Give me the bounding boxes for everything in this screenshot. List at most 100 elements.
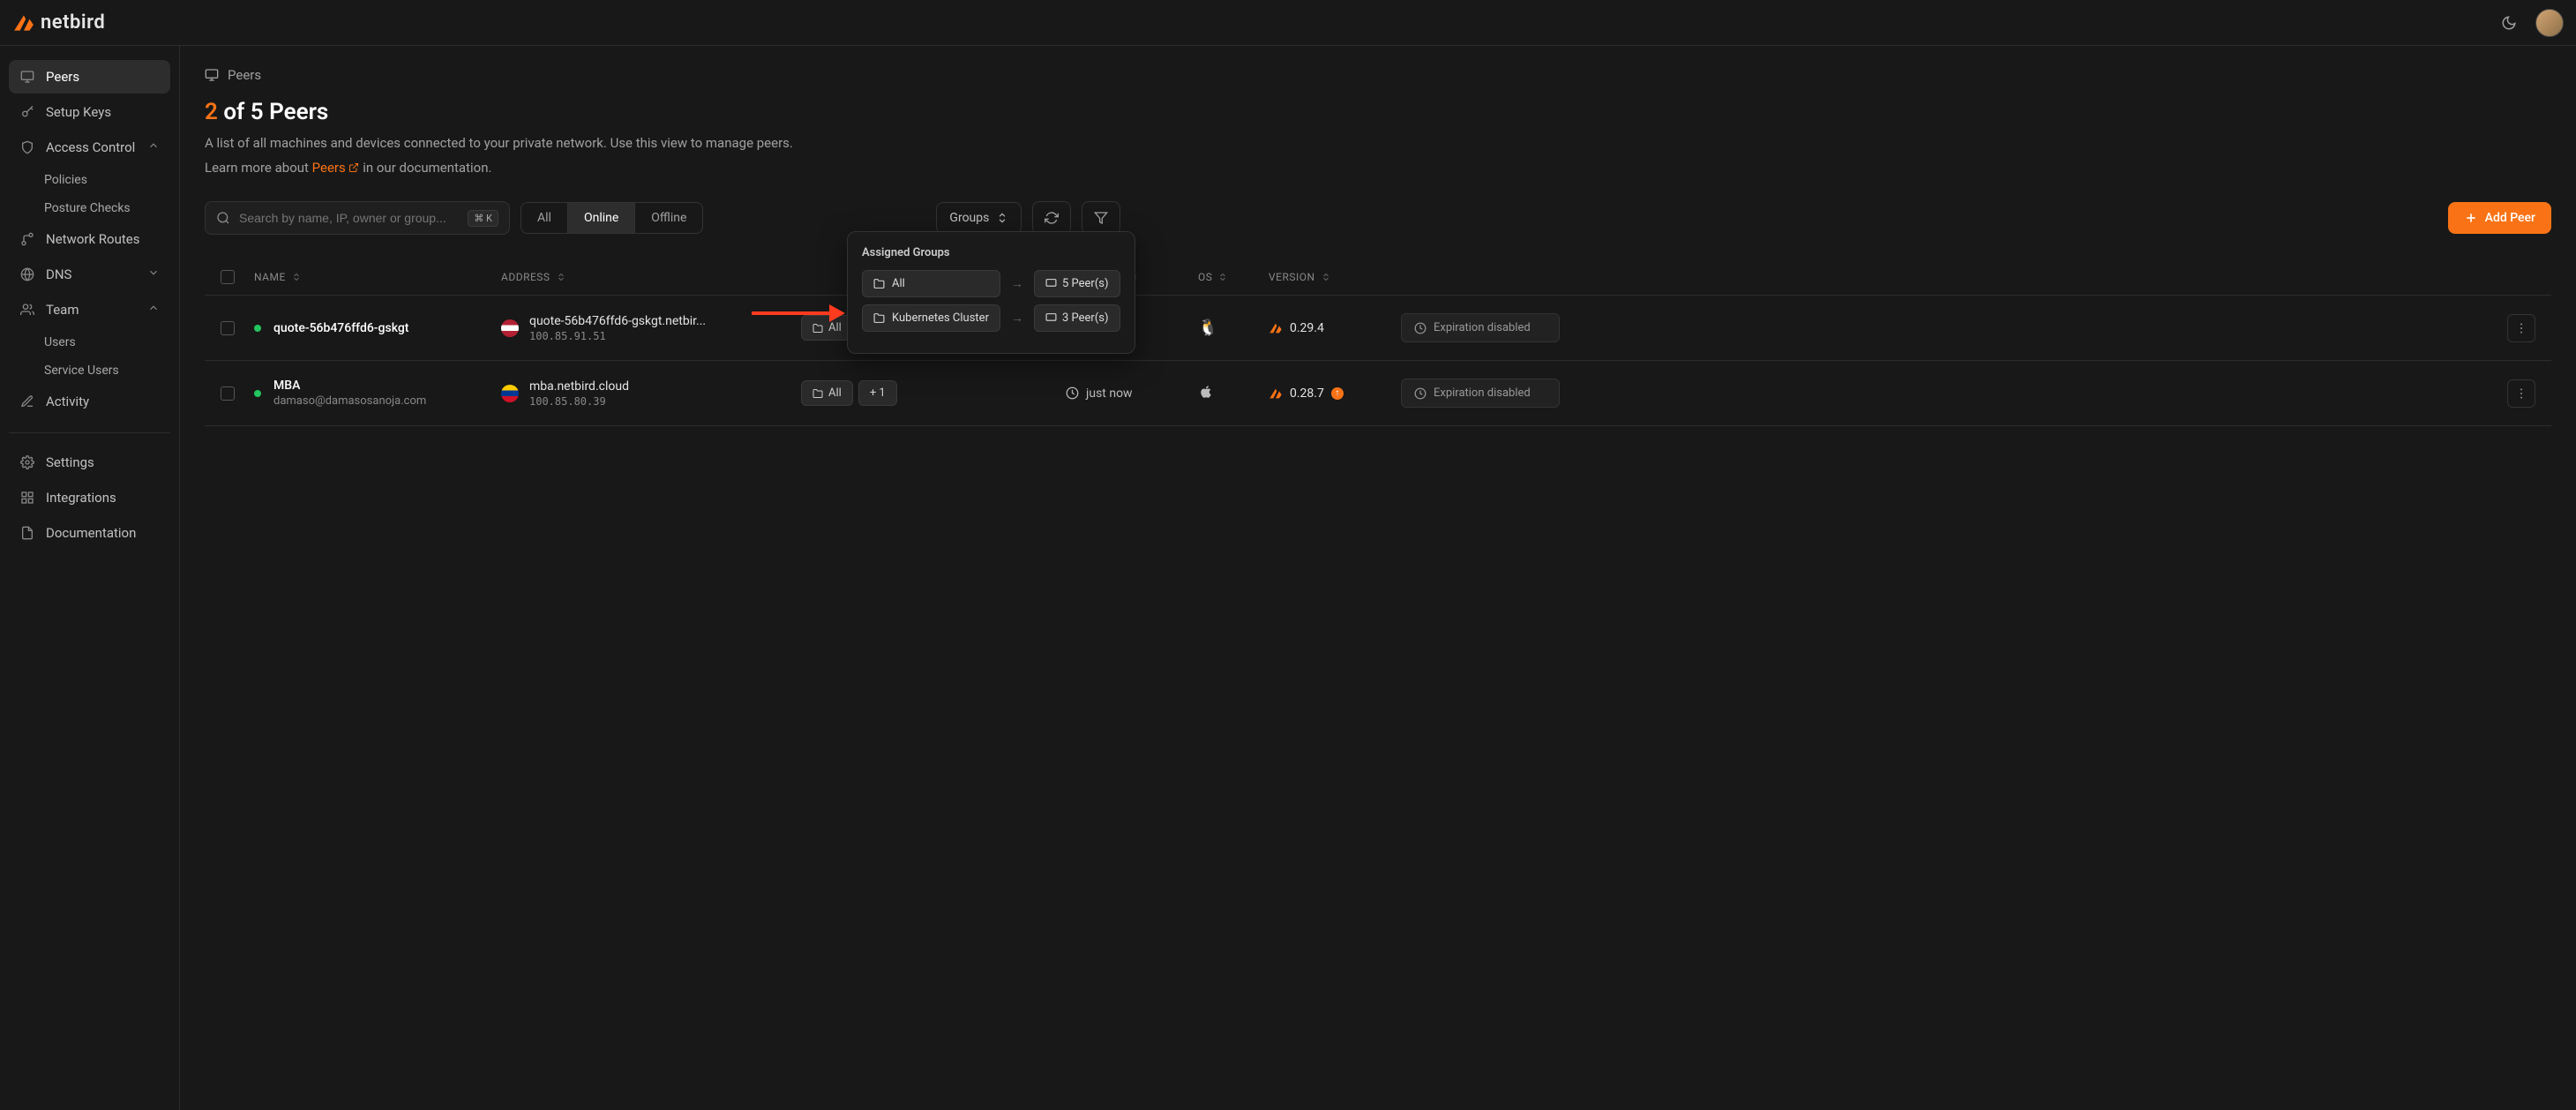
netbird-icon	[1269, 386, 1283, 401]
folder-icon	[812, 323, 823, 334]
moon-icon	[2501, 15, 2517, 31]
apple-icon	[1198, 384, 1214, 400]
count-suffix: Peers	[269, 99, 328, 125]
filtered-count: 2	[205, 99, 218, 125]
sidebar-sub-service-users[interactable]: Service Users	[9, 356, 170, 385]
sidebar-item-activity[interactable]: Activity	[9, 385, 170, 418]
row-actions-button[interactable]	[2507, 314, 2535, 342]
external-link-icon	[348, 162, 359, 173]
expiration-chip[interactable]: Expiration disabled	[1401, 379, 1560, 408]
theme-toggle[interactable]	[2497, 11, 2521, 35]
group-pill-all[interactable]: All	[862, 270, 1000, 297]
folder-icon	[873, 278, 885, 289]
popover-title: Assigned Groups	[862, 246, 1120, 259]
folder-icon	[873, 312, 885, 324]
peers-table: NAME ADDRESS LAST SEEN OS VERSION quote-…	[205, 259, 2551, 426]
lastseen-value: just now	[1086, 386, 1133, 401]
seg-online[interactable]: Online	[568, 203, 635, 233]
peer-name: quote-56b476ffd6-gskgt	[273, 321, 408, 335]
col-address[interactable]: ADDRESS	[501, 271, 801, 283]
gear-icon	[19, 454, 35, 470]
page-description-2: Learn more about Peers in our documentat…	[205, 157, 2551, 178]
grid-icon	[19, 490, 35, 506]
col-os[interactable]: OS	[1198, 271, 1269, 283]
arrow-icon: →	[1011, 311, 1023, 326]
table-row[interactable]: MBA damaso@damasosanoja.com mba.netbird.…	[205, 361, 2551, 426]
breadcrumb: Peers	[205, 67, 2551, 83]
topbar: netbird	[0, 0, 2576, 46]
search-shortcut: ⌘ K	[468, 210, 498, 227]
row-actions-button[interactable]	[2507, 379, 2535, 408]
pencil-icon	[19, 394, 35, 409]
sidebar-item-team[interactable]: Team	[9, 293, 170, 326]
monitor-icon	[19, 69, 35, 85]
seg-all[interactable]: All	[521, 203, 568, 233]
filter-button[interactable]	[1082, 201, 1120, 235]
chevron-down-icon	[147, 266, 160, 282]
arrow-icon: →	[1011, 276, 1023, 291]
chevrons-icon	[996, 212, 1008, 224]
users-icon	[19, 302, 35, 318]
plus-icon	[2464, 211, 2478, 225]
row-checkbox[interactable]	[221, 386, 235, 401]
refresh-button[interactable]	[1032, 201, 1071, 235]
group-chip[interactable]: All	[801, 380, 853, 406]
status-online-icon	[254, 325, 261, 332]
user-avatar[interactable]	[2535, 9, 2564, 37]
flag-us-icon	[501, 319, 519, 337]
sidebar-item-label: Activity	[46, 394, 89, 409]
doc-icon	[19, 525, 35, 541]
linux-icon: 🐧	[1198, 319, 1217, 337]
sidebar-item-integrations[interactable]: Integrations	[9, 481, 170, 514]
sidebar-sub-users[interactable]: Users	[9, 328, 170, 356]
group-chip[interactable]: All	[801, 315, 853, 341]
sidebar-item-access-control[interactable]: Access Control	[9, 131, 170, 164]
docs-link[interactable]: Peers	[312, 160, 360, 176]
peer-hostname: mba.netbird.cloud	[529, 379, 629, 394]
sidebar-sub-posture-checks[interactable]: Posture Checks	[9, 194, 170, 222]
select-all-checkbox[interactable]	[221, 270, 235, 284]
sort-icon	[1217, 272, 1228, 282]
sidebar-item-dns[interactable]: DNS	[9, 258, 170, 291]
sidebar-item-label: Documentation	[46, 525, 136, 541]
sidebar-item-label: Integrations	[46, 490, 116, 506]
status-online-icon	[254, 390, 261, 397]
netbird-logo-icon	[12, 11, 35, 34]
expiration-chip[interactable]: Expiration disabled	[1401, 313, 1560, 342]
status-segment: All Online Offline	[520, 202, 703, 234]
seg-offline[interactable]: Offline	[635, 203, 702, 233]
add-peer-button[interactable]: Add Peer	[2448, 202, 2551, 234]
brand-logo[interactable]: netbird	[12, 11, 105, 34]
groups-dropdown[interactable]: Groups	[936, 202, 1022, 234]
col-name[interactable]: NAME	[254, 271, 501, 283]
refresh-icon	[1045, 211, 1059, 225]
sidebar-item-label: Network Routes	[46, 231, 139, 247]
sidebar-item-label: Team	[46, 302, 79, 318]
update-available-icon: ↑	[1331, 387, 1344, 400]
peer-count-pill: 5 Peer(s)	[1034, 270, 1120, 297]
more-vertical-icon	[2514, 321, 2528, 335]
chevron-up-icon	[147, 139, 160, 155]
netbird-icon	[1269, 321, 1283, 335]
group-pill-kubernetes[interactable]: Kubernetes Cluster	[862, 304, 1000, 332]
search-box[interactable]: ⌘ K	[205, 201, 510, 235]
table-row[interactable]: quote-56b476ffd6-gskgt quote-56b476ffd6-…	[205, 296, 2551, 361]
sidebar-sub-policies[interactable]: Policies	[9, 166, 170, 194]
peer-ip: 100.85.91.51	[529, 330, 706, 342]
search-input[interactable]	[239, 211, 459, 225]
assigned-groups-popover: Assigned Groups All → 5 Peer(s) Kubernet…	[847, 231, 1135, 354]
clock-off-icon	[1414, 322, 1427, 334]
sidebar-item-setup-keys[interactable]: Setup Keys	[9, 95, 170, 129]
filter-icon	[1094, 211, 1108, 225]
sidebar-item-settings[interactable]: Settings	[9, 446, 170, 479]
route-icon	[19, 231, 35, 247]
brand-name: netbird	[41, 11, 105, 34]
sidebar-item-network-routes[interactable]: Network Routes	[9, 222, 170, 256]
row-checkbox[interactable]	[221, 321, 235, 335]
sort-icon	[291, 272, 302, 282]
main-content: Peers 2 of 5 Peers A list of all machine…	[180, 46, 2576, 1110]
sidebar-item-peers[interactable]: Peers	[9, 60, 170, 94]
col-version[interactable]: VERSION	[1269, 271, 1401, 283]
sidebar-item-documentation[interactable]: Documentation	[9, 516, 170, 550]
group-extra-chip[interactable]: + 1	[858, 380, 897, 406]
